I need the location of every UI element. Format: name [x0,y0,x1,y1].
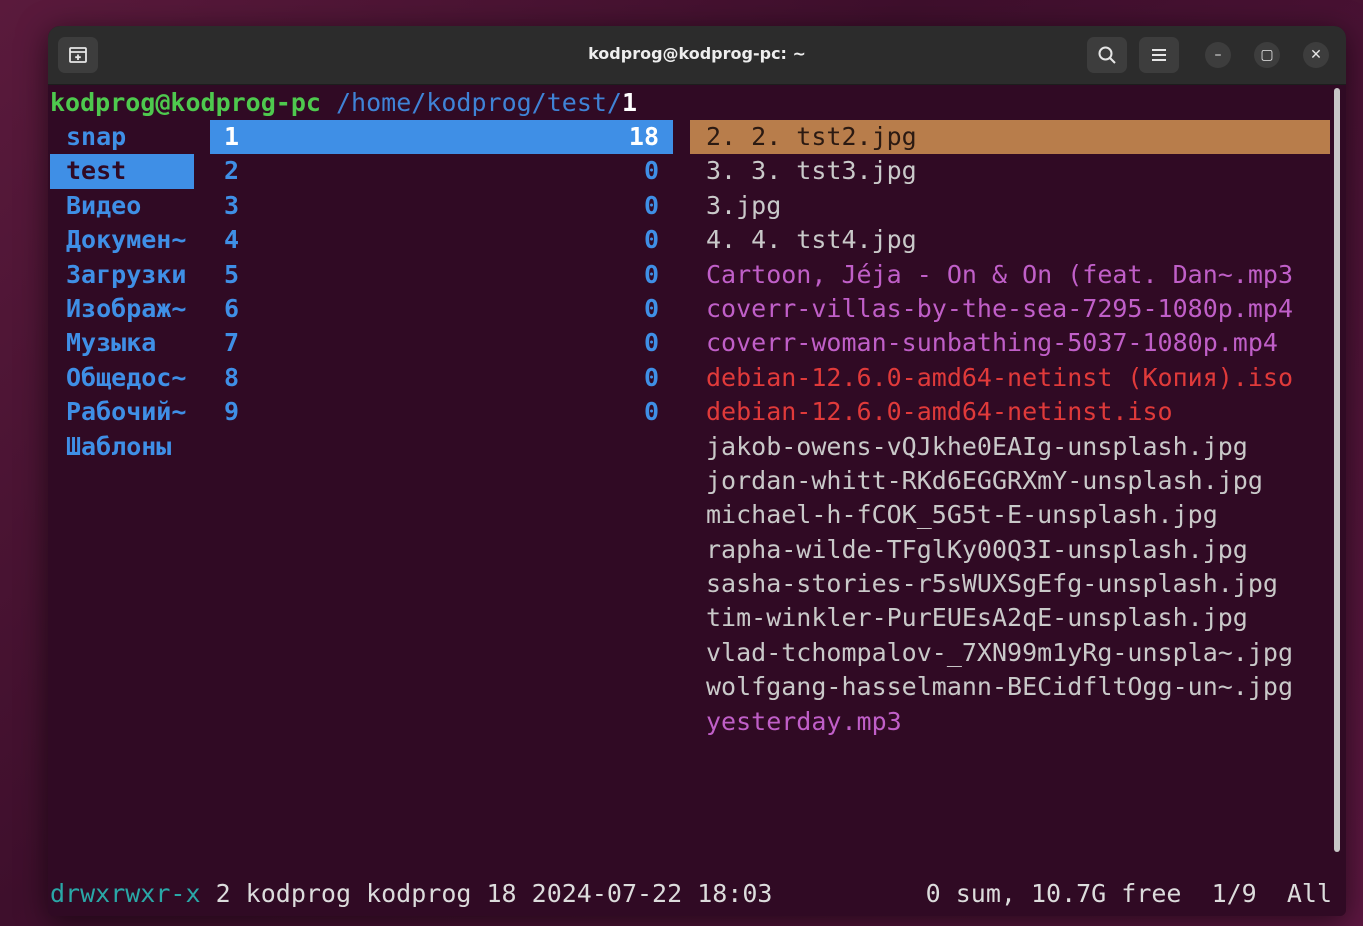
preview-file-item[interactable]: jakob-owens-vQJkhe0EAIg-unsplash.jpg [690,430,1330,464]
directory-name: 7 [224,328,240,358]
search-button[interactable] [1087,37,1127,73]
parent-dir-item[interactable]: Шаблоны [50,430,194,464]
search-icon [1098,46,1116,64]
directory-name: 2 [224,156,240,186]
prompt-path: /home/kodprog/test/ [336,88,622,117]
preview-file-item[interactable]: debian-12.6.0-amd64-netinst (Копия).iso [690,361,1330,395]
directory-count: 18 [628,122,659,151]
directory-count: 0 [643,362,659,392]
preview-file-item[interactable]: rapha-wilde-TFglKy00Q3I-unsplash.jpg [690,533,1330,567]
scrollbar[interactable] [1334,88,1340,852]
directory-item[interactable]: 60 [210,292,673,326]
directory-count: 0 [643,259,659,289]
parent-dir-item[interactable]: Изображ~ [50,292,194,326]
directory-item[interactable]: 70 [210,326,673,360]
directory-name: 9 [224,397,240,427]
title-bar: kodprog@kodprog-pc: ~ – ▢ ✕ [48,26,1346,85]
status-permissions: drwxrwxr-x [50,879,201,908]
directory-name: 3 [224,190,240,220]
preview-file-item[interactable]: 4. 4. tst4.jpg [690,223,1330,257]
preview-file-item[interactable]: wolfgang-hasselmann-BECidfltOgg-un~.jpg [690,670,1330,704]
preview-file-item[interactable]: debian-12.6.0-amd64-netinst.iso [690,395,1330,429]
directory-item[interactable]: 90 [210,395,673,429]
preview-file-item[interactable]: jordan-whitt-RKd6EGGRXmY-unsplash.jpg [690,464,1330,498]
parent-dir-item[interactable]: test [50,154,194,189]
parent-dir-item[interactable]: Загрузки [50,258,194,292]
parent-directory-column: snap test Видео Докумен~ Загрузки Изображ~ Муз… [50,120,194,464]
close-button[interactable]: ✕ [1303,42,1329,68]
prompt-line: kodprog@kodprog-pc /home/kodprog/test/1 [50,86,637,120]
directory-count: 0 [643,293,659,323]
maximize-button[interactable]: ▢ [1254,42,1280,68]
preview-file-item[interactable]: 3.jpg [690,189,1330,223]
preview-column: 2. 2. tst2.jpg 3. 3. tst3.jpg 3.jpg 4. 4. t… [690,120,1330,739]
status-right: 0 sum, 10.7G free 1/9 All [925,879,1332,908]
parent-dir-item[interactable]: Видео [50,189,194,223]
preview-file-item[interactable]: 3. 3. tst3.jpg [690,154,1330,188]
directory-count: 0 [643,225,659,255]
parent-dir-item[interactable]: Рабочий~ [50,395,194,429]
minimize-icon: – [1214,47,1222,63]
preview-file-item[interactable]: yesterday.mp3 [690,705,1330,739]
preview-file-item[interactable]: michael-h-fCOK_5G5t-E-unsplash.jpg [690,498,1330,532]
parent-dir-item[interactable]: Общедос~ [50,361,194,395]
terminal-window: kodprog@kodprog-pc: ~ – ▢ ✕ kodprog@kodp… [48,26,1346,916]
status-bar: drwxrwxr-x 2 kodprog kodprog 18 2024-07-… [50,877,1332,911]
preview-file-item[interactable]: sasha-stories-r5sWUXSgEfg-unsplash.jpg [690,567,1330,601]
directory-item[interactable]: 30 [210,189,673,223]
preview-file-item[interactable]: coverr-villas-by-the-sea-7295-1080p.mp4 [690,292,1330,326]
menu-button[interactable] [1139,37,1179,73]
preview-file-item[interactable]: tim-winkler-PurEUEsA2qE-unsplash.jpg [690,601,1330,635]
directory-item[interactable]: 40 [210,223,673,257]
directory-count: 0 [643,190,659,220]
current-directory-column: 1 18 2 0 3 0 4 0 5 0 6 0 7 0 8 0 9 0 [210,120,673,430]
directory-count: 0 [643,328,659,358]
directory-item[interactable]: 50 [210,258,673,292]
directory-name: 1 [224,122,240,151]
maximize-icon: ▢ [1260,47,1274,63]
preview-file-item[interactable]: vlad-tchompalov-_7XN99m1yRg-unspla~.jpg [690,636,1330,670]
directory-count: 0 [643,156,659,186]
directory-name: 4 [224,225,240,255]
preview-file-item[interactable]: coverr-woman-sunbathing-5037-1080p.mp4 [690,326,1330,360]
status-left: drwxrwxr-x 2 kodprog kodprog 18 2024-07-… [50,877,772,911]
prompt-user: kodprog@kodprog-pc [50,88,321,117]
directory-item[interactable]: 1 18 [210,120,673,155]
directory-count: 0 [643,397,659,427]
close-icon: ✕ [1310,47,1322,63]
directory-name: 5 [224,259,240,289]
prompt-current: 1 [621,88,638,117]
status-file-info: 2 kodprog kodprog 18 2024-07-22 18:03 [200,879,773,908]
directory-item[interactable]: 20 [210,154,673,188]
directory-name: 6 [224,293,240,323]
preview-file-item[interactable]: Cartoon, Jéja - On & On (feat. Dan~.mp3 [690,258,1330,292]
preview-file-item[interactable]: 2. 2. tst2.jpg [690,120,1330,155]
parent-dir-item[interactable]: Докумен~ [50,223,194,257]
terminal-area[interactable]: kodprog@kodprog-pc /home/kodprog/test/1 … [48,84,1346,916]
parent-dir-item[interactable]: Музыка [50,326,194,360]
hamburger-menu-icon [1152,49,1166,61]
parent-dir-item[interactable]: snap [50,120,194,154]
minimize-button[interactable]: – [1205,42,1231,68]
directory-name: 8 [224,362,240,392]
directory-item[interactable]: 80 [210,361,673,395]
